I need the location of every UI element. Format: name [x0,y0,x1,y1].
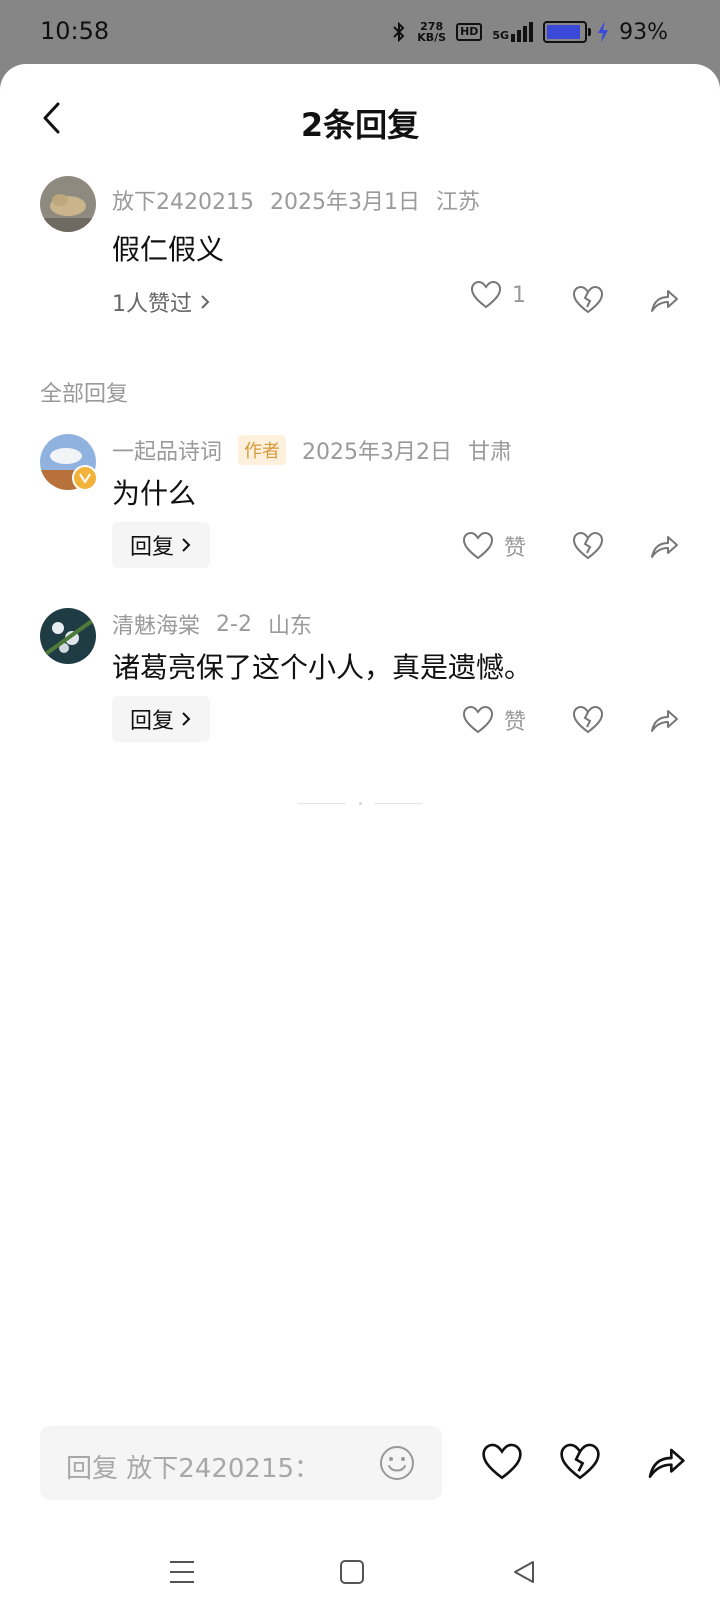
reply-button[interactable]: 回复 [112,696,210,742]
nav-menu-button[interactable] [164,1554,200,1590]
reply-button[interactable]: 回复 [112,522,210,568]
broken-heart-icon [572,285,604,314]
network-type: 5G [492,29,510,42]
reply-input-placeholder: 回复 放下2420215： [66,1454,321,1484]
heart-icon [462,531,494,560]
nav-back-button[interactable] [506,1554,542,1590]
reply-button-label: 回复 [129,709,174,734]
dislike-button[interactable] [570,702,606,738]
menu-icon [170,1561,194,1583]
signal-icon: 5G [492,22,534,42]
avatar-image [40,176,96,232]
reply-button-label: 回复 [129,535,174,560]
likers-text: 1人赞过 [112,292,192,317]
reply-meta: 一起品诗词 作者 2025年3月2日 甘肃 [112,434,528,466]
all-replies-label: 全部回复 [40,382,129,407]
reply-text: 诸葛亮保了这个小人，真是遗憾。 [112,651,533,684]
bottom-dislike-button[interactable] [558,1440,602,1484]
chevron-right-icon [182,712,191,726]
smiley-icon [380,1446,414,1480]
share-arrow-icon [651,290,678,312]
broken-heart-icon [572,705,604,734]
share-button[interactable] [646,702,682,738]
nav-home-button[interactable] [334,1554,370,1590]
bottom-like-button[interactable] [480,1440,524,1484]
replies-sheet: 2条回复 放下2420215 2025年3月1日 江苏 假仁假义 1人赞过 1 … [0,64,720,1612]
heart-icon [462,705,494,734]
heart-icon [482,1443,522,1480]
comment-location: 江苏 [435,190,480,215]
charging-bolt-icon [598,21,609,43]
share-arrow-icon [651,536,678,558]
broken-heart-icon [572,531,604,560]
like-count: 1 [512,282,526,308]
author-tag: 作者 [238,435,287,465]
avatar-image [40,608,96,664]
likers-link[interactable]: 1人赞过 [112,286,212,318]
triangle-back-icon [514,1561,534,1583]
emoji-button[interactable] [378,1444,416,1482]
avatar[interactable] [40,176,96,232]
comment-meta: 放下2420215 2025年3月1日 江苏 [112,184,496,216]
home-icon [340,1560,364,1584]
dislike-button[interactable] [570,528,606,564]
reply-author[interactable]: 清魅海棠 [112,608,200,640]
verified-badge-icon [72,465,98,491]
like-label: 赞 [504,710,527,735]
sheet-header: 2条回复 [0,64,720,170]
battery-icon [543,21,592,43]
status-bar: 10:58 278 KB/S HD 5G 93% [0,0,720,64]
share-arrow-icon [651,710,678,732]
bluetooth-icon [393,21,405,43]
chevron-right-icon [182,538,191,552]
reply-meta: 清魅海棠 2-2 山东 [112,608,328,640]
comment-author[interactable]: 放下2420215 [112,184,254,216]
bottom-share-button[interactable] [644,1440,688,1484]
page-title: 2条回复 [300,106,420,144]
reply-author[interactable]: 一起品诗词 [112,434,222,466]
share-arrow-icon [648,1448,685,1478]
reply-date: 2-2 [216,611,252,637]
network-speed-unit: KB/S [417,31,447,44]
battery-level-fill [547,25,581,39]
end-of-list-divider [298,801,422,805]
system-nav-bar [0,1540,720,1612]
network-speed: 278 KB/S [417,21,446,43]
avatar[interactable] [40,608,96,664]
like-label: 赞 [504,536,527,561]
reply-location: 山东 [267,614,312,639]
share-button[interactable] [646,282,682,318]
dislike-button[interactable] [570,282,606,318]
like-button[interactable]: 赞 [462,704,526,736]
reply-text: 为什么 [112,477,197,510]
battery-percent: 93% [619,19,668,45]
share-button[interactable] [646,528,682,564]
reply-date: 2025年3月2日 [302,440,452,465]
like-button[interactable]: 赞 [462,530,526,562]
status-time: 10:58 [40,17,110,45]
comment-text: 假仁假义 [112,233,225,266]
comment-date: 2025年3月1日 [269,190,420,215]
like-button[interactable]: 1 [470,280,526,310]
reply-location: 甘肃 [468,440,513,465]
broken-heart-icon [560,1443,600,1480]
chevron-right-icon [201,295,210,309]
hd-badge: HD [456,23,483,41]
status-icons: 278 KB/S HD 5G 93% [391,18,668,46]
reply-input[interactable]: 回复 放下2420215： [40,1426,442,1500]
heart-icon [470,280,502,309]
